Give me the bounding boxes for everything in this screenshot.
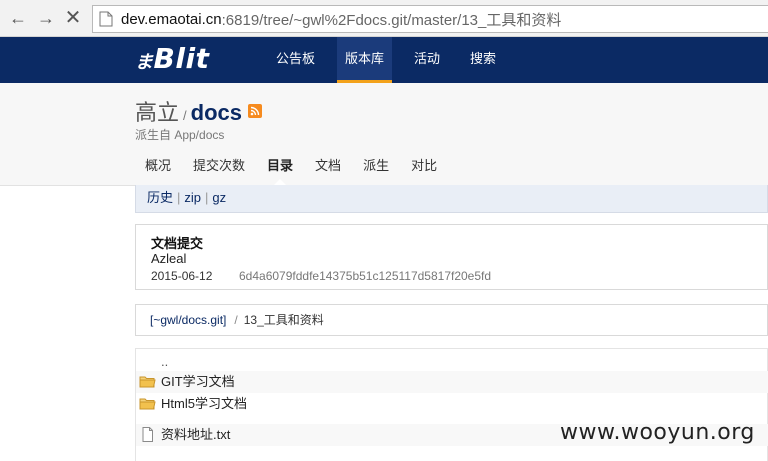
- page-icon: [99, 11, 113, 27]
- address-bar[interactable]: dev.emaotai.cn:6819/tree/~gwl%2Fdocs.git…: [92, 5, 768, 33]
- tab-summary[interactable]: 概况: [145, 155, 171, 174]
- separator: |: [177, 190, 181, 205]
- breadcrumb: [~gwl/docs.git] / 13_工具和资料: [135, 304, 768, 336]
- file-name[interactable]: GIT学习文档: [161, 371, 235, 393]
- stop-icon[interactable]: ✕: [63, 8, 83, 28]
- separator: |: [205, 190, 209, 205]
- forward-icon[interactable]: →: [36, 8, 56, 28]
- list-item-parent[interactable]: ..: [136, 351, 768, 373]
- commit-message[interactable]: 文档提交: [151, 233, 203, 252]
- rss-icon[interactable]: [248, 104, 262, 118]
- tree-actions-bar: 历史 | zip | gz: [135, 185, 768, 213]
- file-name[interactable]: Html5学习文档: [161, 393, 247, 415]
- nav-item-activity[interactable]: 活动: [406, 37, 448, 83]
- repo-title: 高立 / docs: [135, 95, 262, 127]
- commit-date: 2015-06-12: [151, 269, 213, 283]
- back-icon[interactable]: ←: [8, 8, 28, 28]
- history-link[interactable]: 历史: [147, 190, 173, 205]
- repo-name[interactable]: docs: [191, 100, 242, 126]
- logo-text: Blit: [153, 42, 210, 75]
- list-item-folder[interactable]: GIT学习文档: [136, 371, 768, 393]
- folder-icon: [139, 376, 156, 388]
- tab-commits[interactable]: 提交次数: [193, 155, 245, 174]
- logo-prefix: ま: [135, 52, 154, 73]
- url-domain: dev.emaotai.cn: [121, 10, 222, 28]
- breadcrumb-separator: /: [234, 313, 238, 327]
- breadcrumb-current: 13_工具和资料: [243, 313, 324, 327]
- tab-forks[interactable]: 派生: [363, 155, 389, 174]
- breadcrumb-root[interactable]: [~gwl/docs.git]: [150, 313, 226, 327]
- commit-hash[interactable]: 6d4a6079fddfe14375b51c125117d5817f20e5fd: [239, 269, 491, 283]
- file-icon: [142, 427, 153, 442]
- nav-item-dashboard[interactable]: 公告板: [268, 37, 323, 83]
- list-item-folder[interactable]: Html5学习文档: [136, 393, 768, 415]
- zip-link[interactable]: zip: [184, 190, 201, 205]
- tab-docs[interactable]: 文档: [315, 155, 341, 174]
- gz-link[interactable]: gz: [212, 190, 226, 205]
- file-name[interactable]: ..: [161, 351, 168, 373]
- tab-compare[interactable]: 对比: [411, 155, 437, 174]
- watermark: www.wooyun.org: [560, 420, 755, 445]
- fork-origin[interactable]: 派生自 App/docs: [135, 126, 224, 143]
- nav-item-repositories[interactable]: 版本库: [337, 37, 393, 83]
- repo-header: 高立 / docs 派生自 App/docs 概况 提交次数 目录 文档 派生 …: [0, 83, 768, 186]
- repo-owner[interactable]: 高立: [135, 95, 179, 127]
- nav-item-search[interactable]: 搜索: [462, 37, 504, 83]
- top-nav: 公告板 版本库 活动 搜索: [268, 37, 518, 83]
- commit-info: 文档提交 Azleal 2015-06-12 6d4a6079fddfe1437…: [135, 224, 768, 290]
- url-path: :6819/tree/~gwl%2Fdocs.git/master/13_工具和…: [221, 11, 562, 29]
- folder-icon: [139, 398, 156, 410]
- logo[interactable]: まBlit: [135, 42, 209, 75]
- browser-toolbar: ← → ✕ dev.emaotai.cn:6819/tree/~gwl%2Fdo…: [0, 0, 768, 37]
- repo-tabs: 概况 提交次数 目录 文档 派生 对比: [145, 155, 459, 185]
- site-header: まBlit 公告板 版本库 活动 搜索: [0, 37, 768, 83]
- file-name[interactable]: 资料地址.txt: [161, 424, 230, 446]
- title-separator: /: [183, 108, 187, 123]
- commit-author[interactable]: Azleal: [151, 251, 186, 266]
- tab-tree[interactable]: 目录: [267, 155, 293, 185]
